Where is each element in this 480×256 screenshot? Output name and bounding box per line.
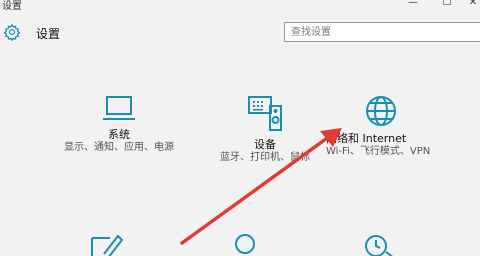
maximize-button[interactable]: ☐ bbox=[436, 0, 458, 10]
settings-window: 设置 — ☐ ✕ 设置 系统 显示、通知、应用、电源 bbox=[0, 0, 480, 256]
minimize-button[interactable]: — bbox=[402, 0, 424, 10]
tile-accounts[interactable] bbox=[230, 232, 260, 256]
tile-network-name: 网络和 Internet bbox=[326, 132, 407, 145]
accounts-icon bbox=[235, 234, 255, 254]
title-bar: 设置 — ☐ ✕ bbox=[0, 0, 480, 12]
tile-time-language[interactable] bbox=[362, 232, 396, 256]
page-title: 设置 bbox=[36, 27, 61, 41]
globe-icon bbox=[366, 96, 396, 126]
time-language-icon bbox=[365, 235, 393, 256]
personalization-icon bbox=[91, 234, 124, 256]
tile-devices-desc: 蓝牙、打印机、鼠标 bbox=[220, 152, 310, 163]
search-input[interactable] bbox=[285, 23, 471, 41]
tile-network-desc: Wi-Fi、飞行模式、VPN bbox=[326, 146, 431, 157]
tile-devices[interactable]: 设备 蓝牙、打印机、鼠标 bbox=[200, 94, 330, 164]
search-box[interactable] bbox=[284, 22, 480, 42]
close-button[interactable]: ✕ bbox=[462, 0, 480, 10]
tile-personalization[interactable] bbox=[90, 232, 124, 256]
tile-system-name: 系统 bbox=[108, 128, 130, 141]
gear-icon bbox=[3, 23, 21, 41]
tile-devices-name: 设备 bbox=[254, 138, 276, 151]
tile-network[interactable]: 网络和 Internet Wi-Fi、飞行模式、VPN bbox=[326, 94, 466, 158]
window-title: 设置 bbox=[2, 1, 22, 12]
laptop-icon bbox=[103, 96, 135, 120]
tile-system[interactable]: 系统 显示、通知、应用、电源 bbox=[54, 94, 184, 154]
devices-icon bbox=[248, 96, 282, 131]
tile-system-desc: 显示、通知、应用、电源 bbox=[64, 142, 174, 153]
